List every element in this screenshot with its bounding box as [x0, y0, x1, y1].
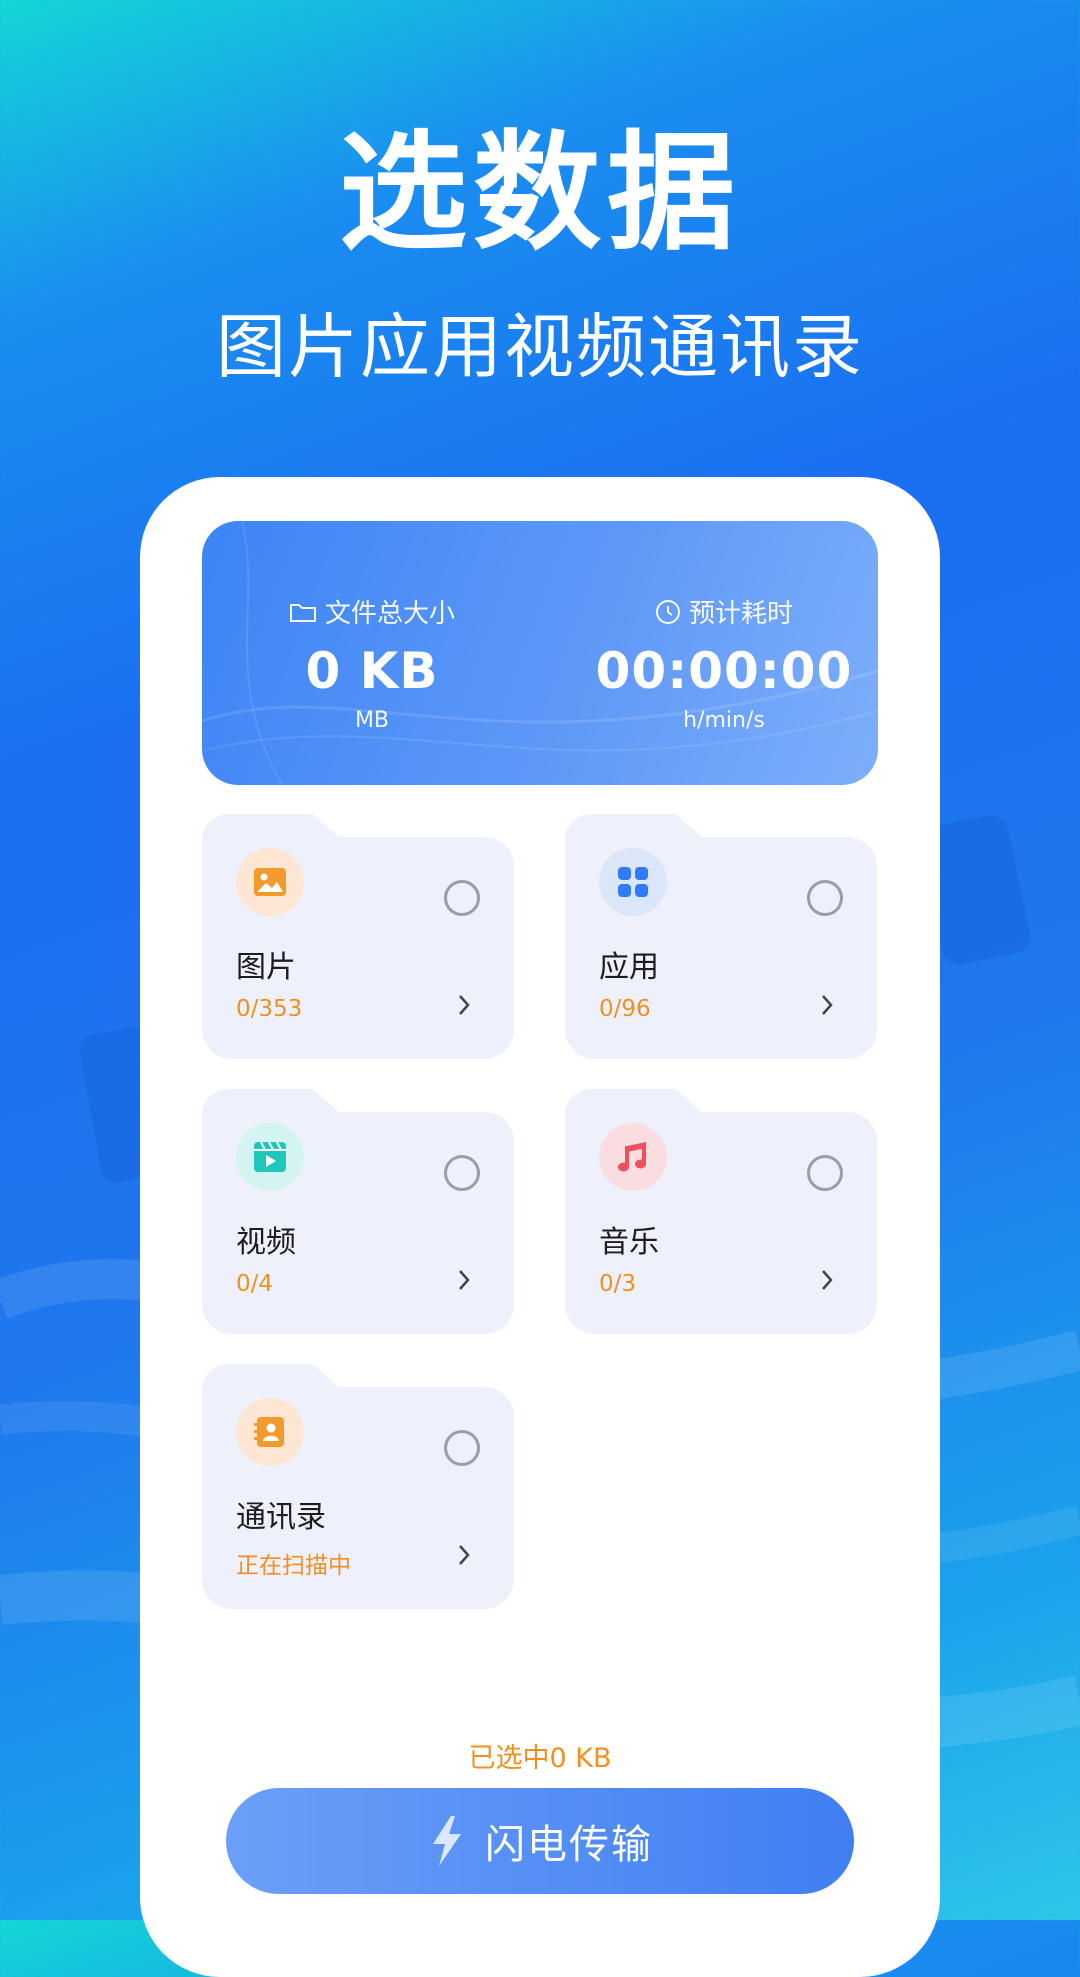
category-card-music[interactable]: 音乐 0/3 [565, 1089, 877, 1334]
category-name: 应用 [599, 950, 659, 985]
file-size-stat: 文件总大小 0 KB MB [222, 593, 522, 733]
clock-icon [655, 599, 680, 624]
file-size-value: 0 KB [305, 642, 439, 700]
select-radio[interactable] [444, 880, 480, 916]
chevron-right-icon[interactable] [454, 1265, 474, 1295]
chevron-right-icon[interactable] [454, 1540, 474, 1570]
category-count: 正在扫描中 [236, 1553, 351, 1579]
contacts-icon [236, 1398, 304, 1466]
estimated-time-unit: h/min/s [683, 708, 765, 733]
select-radio[interactable] [444, 1430, 480, 1466]
hero-subtitle: 图片应用视频通讯录 [216, 306, 864, 388]
chevron-right-icon[interactable] [817, 1265, 837, 1295]
image-icon [236, 848, 304, 916]
select-radio[interactable] [807, 880, 843, 916]
category-count: 0/3 [599, 1271, 637, 1297]
category-count: 0/96 [599, 996, 651, 1022]
category-name: 音乐 [599, 1225, 659, 1260]
music-icon [599, 1123, 667, 1191]
select-radio[interactable] [444, 1155, 480, 1191]
file-size-unit: MB [354, 708, 390, 733]
category-name: 视频 [236, 1225, 296, 1260]
apps-icon [599, 848, 667, 916]
category-card-images[interactable]: 图片 0/353 [202, 814, 514, 1059]
selected-size-text: 已选中0 KB [468, 1743, 612, 1774]
file-size-label: 文件总大小 [324, 599, 455, 629]
category-card-contacts[interactable]: 通讯录 正在扫描中 [202, 1364, 514, 1609]
category-count: 0/353 [236, 996, 303, 1022]
lightning-transfer-label: 闪电传输 [485, 1822, 653, 1868]
category-name: 图片 [236, 950, 296, 985]
category-card-apps[interactable]: 应用 0/96 [565, 814, 877, 1059]
stats-panel: 文件总大小 0 KB MB 预计耗时 00:00:00 h/min/s [202, 521, 878, 785]
lightning-icon [433, 1816, 461, 1866]
estimated-time-label: 预计耗时 [688, 599, 793, 629]
video-icon [236, 1123, 304, 1191]
estimated-time-stat: 预计耗时 00:00:00 h/min/s [574, 593, 874, 733]
hero-title: 选数据 [338, 119, 741, 268]
estimated-time-value: 00:00:00 [595, 642, 853, 700]
lightning-transfer-button[interactable]: 闪电传输 [226, 1788, 854, 1894]
category-name: 通讯录 [236, 1500, 326, 1535]
category-count: 0/4 [236, 1271, 274, 1297]
select-radio[interactable] [807, 1155, 843, 1191]
folder-icon [289, 603, 316, 622]
chevron-right-icon[interactable] [817, 990, 837, 1020]
category-card-videos[interactable]: 视频 0/4 [202, 1089, 514, 1334]
chevron-right-icon[interactable] [454, 990, 474, 1020]
